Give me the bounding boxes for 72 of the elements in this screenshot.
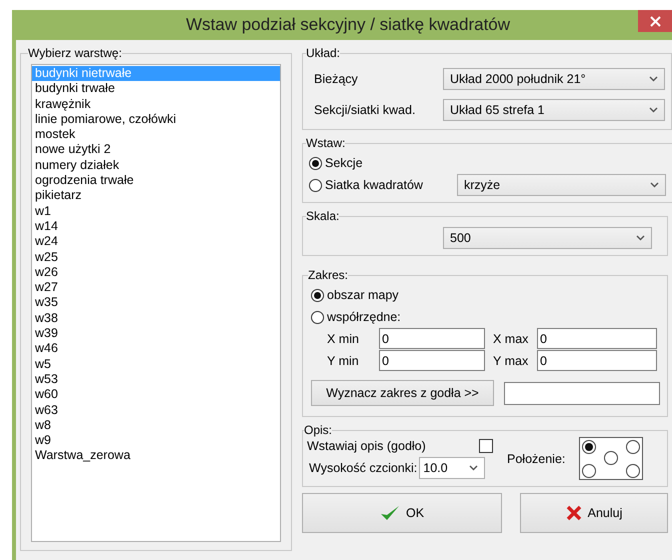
list-item[interactable]: w9	[32, 433, 280, 448]
dropdown[interactable]: 10.0	[419, 456, 486, 478]
radio-button[interactable]	[626, 440, 640, 454]
list-item[interactable]: nowe użytki 2	[32, 142, 280, 158]
range-button[interactable]: Wyznacz zakres z godła >>	[311, 380, 494, 406]
field-label: Bieżący	[314, 72, 359, 86]
input-field[interactable]	[504, 382, 660, 404]
checkbox-label: Wstawiaj opis (godło)	[307, 438, 427, 452]
close-icon	[650, 16, 660, 26]
radio-label: współrzędne:	[327, 310, 401, 324]
input-field[interactable]: 0	[379, 350, 485, 371]
ok-button[interactable]: OK	[302, 493, 502, 533]
list-item[interactable]: mostek	[32, 127, 280, 142]
list-item[interactable]: w60	[32, 387, 280, 403]
radio-button[interactable]	[311, 288, 324, 302]
list-item[interactable]: linie pomiarowe, czołówki	[32, 112, 280, 128]
field-label: Y min	[326, 354, 360, 368]
input-field[interactable]: 0	[379, 328, 485, 349]
list-item[interactable]: w46	[32, 341, 280, 357]
list-item[interactable]: w26	[32, 264, 280, 280]
group-label: Zakres:	[308, 268, 348, 282]
field-label: X max	[492, 332, 530, 346]
input-field[interactable]: 0	[537, 328, 657, 349]
field-label: Wysokość czcionki:	[309, 460, 418, 474]
field-label: X min	[326, 332, 360, 346]
list-item[interactable]: w35	[32, 295, 280, 311]
group-label: Opis:	[304, 423, 332, 437]
list-item[interactable]: budynki trwałe	[32, 81, 280, 97]
list-item[interactable]: w53	[32, 372, 280, 388]
radio-button[interactable]	[604, 451, 618, 465]
window-title: Wstaw podział sekcyjny / siatkę kwadratów	[186, 15, 510, 35]
checkmark-icon	[380, 505, 400, 521]
input-field[interactable]: 0	[537, 350, 657, 371]
list-item[interactable]: w38	[32, 310, 280, 326]
radio-button[interactable]	[311, 310, 324, 324]
dropdown[interactable]: Układ 2000 południk 21°	[443, 68, 665, 90]
cancel-button[interactable]: Anuluj	[520, 493, 668, 533]
group-label: Skala:	[306, 209, 340, 223]
list-item[interactable]: w8	[32, 418, 280, 434]
field-label: Y max	[492, 354, 530, 368]
dropdown[interactable]: Układ 65 strefa 1	[443, 99, 665, 121]
field-label: Położenie:	[507, 452, 566, 466]
list-item[interactable]: w63	[32, 402, 280, 418]
list-item[interactable]: pikietarz	[32, 188, 280, 204]
list-item[interactable]: w5	[32, 356, 280, 372]
list-item[interactable]: numery działek	[32, 158, 280, 174]
radio-button[interactable]	[309, 178, 322, 192]
list-item[interactable]: w24	[32, 234, 280, 250]
dropdown[interactable]: krzyże	[457, 174, 666, 196]
group-label: Wstaw:	[306, 136, 346, 150]
list-item[interactable]: Warstwa_zerowa	[32, 448, 280, 464]
radio-button[interactable]	[626, 464, 640, 478]
list-item[interactable]: w1	[32, 204, 280, 219]
list-item[interactable]: krawężnik	[32, 96, 280, 112]
radio-label: obszar mapy	[327, 288, 399, 302]
list-item[interactable]: w39	[32, 326, 280, 342]
radio-label: Sekcje	[325, 156, 364, 170]
radio-button[interactable]	[309, 156, 322, 170]
dropdown[interactable]: 500	[443, 227, 652, 249]
radio-button[interactable]	[582, 440, 596, 454]
list-item[interactable]: w25	[32, 250, 280, 265]
list-item[interactable]: w27	[32, 280, 280, 296]
list-item[interactable]: w14	[32, 218, 280, 234]
cross-icon	[566, 505, 582, 521]
group-label: Układ:	[306, 46, 340, 60]
radio-button[interactable]	[582, 464, 596, 478]
radio-label: Siatka kwadratów	[325, 178, 424, 192]
field-label: Sekcji/siatki kwad.	[314, 103, 416, 117]
checkbox[interactable]	[479, 438, 493, 452]
group-label: Wybierz warstwę:	[28, 46, 122, 60]
list-item[interactable]: ogrodzenia trwałe	[32, 173, 280, 188]
close-button[interactable]	[638, 10, 672, 32]
